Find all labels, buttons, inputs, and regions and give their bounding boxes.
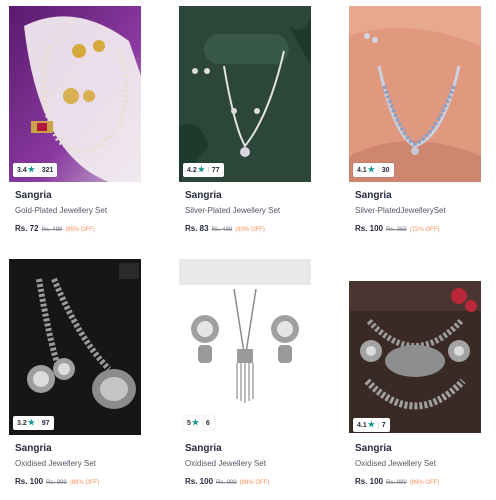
product-image[interactable]: 5★ | 6 bbox=[179, 259, 311, 435]
rating-badge: 4.2★ | 77 bbox=[183, 163, 224, 177]
rating-badge: 3.2★ | 97 bbox=[13, 416, 54, 430]
product-title: Silver-PlatedJewellerySet bbox=[355, 206, 446, 215]
star-icon: ★ bbox=[191, 418, 200, 427]
product-image[interactable]: 4.1★ | 30 bbox=[349, 6, 481, 182]
product-price: Rs. 100 Rs. 999 (89% OFF) bbox=[355, 477, 440, 486]
product-title: Silver-Plated Jewellery Set bbox=[185, 206, 281, 215]
rating-badge: 4.1★ | 30 bbox=[353, 163, 394, 177]
star-icon: ★ bbox=[197, 165, 205, 174]
product-title: Oxidised Jewellery Set bbox=[355, 459, 436, 468]
product-brand: Sangria bbox=[15, 443, 52, 454]
product-title: Oxidised Jewellery Set bbox=[185, 459, 266, 468]
product-brand: Sangria bbox=[185, 443, 222, 454]
product-title: Oxidised Jewellery Set bbox=[15, 459, 96, 468]
star-icon: ★ bbox=[367, 165, 375, 174]
star-icon: ★ bbox=[27, 418, 35, 427]
product-image[interactable] bbox=[349, 281, 481, 433]
rating-badge: 3.4★ | 321 bbox=[13, 163, 58, 177]
product-brand: Sangria bbox=[185, 190, 222, 201]
product-brand: Sangria bbox=[355, 443, 392, 454]
product-brand: Sangria bbox=[15, 190, 52, 201]
product-image[interactable]: 4.2★ | 77 bbox=[179, 6, 311, 182]
product-image[interactable]: 3.2★ | 97 bbox=[9, 259, 141, 435]
product-price: Rs. 72 Rs. 499 (85% OFF) bbox=[15, 224, 95, 233]
product-title: Gold-Plated Jewellery Set bbox=[15, 206, 108, 215]
product-price: Rs. 100 Rs. 999 (89% OFF) bbox=[185, 477, 270, 486]
product-price: Rs. 100 Rs. 999 (89% OFF) bbox=[15, 477, 100, 486]
star-icon: ★ bbox=[367, 420, 375, 429]
product-image[interactable]: 3.4★ | 321 bbox=[9, 6, 141, 182]
rating-badge: 4.1★ | 7 bbox=[353, 418, 390, 432]
product-brand: Sangria bbox=[355, 190, 392, 201]
product-price: Rs. 83 Rs. 499 (83% OFF) bbox=[185, 224, 265, 233]
product-price: Rs. 100 Rs. 359 (72% OFF) bbox=[355, 224, 440, 233]
rating-badge: 5★ | 6 bbox=[183, 416, 214, 430]
star-icon: ★ bbox=[27, 165, 35, 174]
